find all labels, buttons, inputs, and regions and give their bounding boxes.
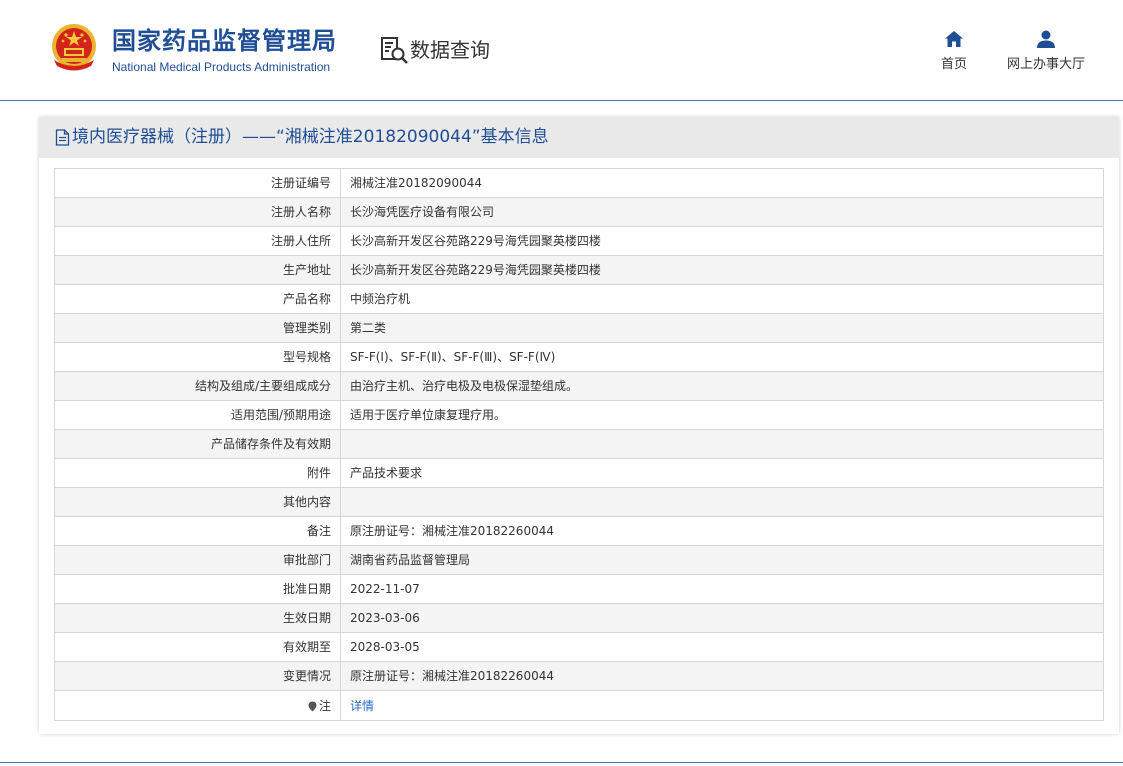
row-label: 注册证编号 <box>54 168 341 198</box>
table-row: 适用范围/预期用途 适用于医疗单位康复理疗用。 <box>54 400 1104 430</box>
detail-link[interactable]: 详情 <box>350 699 374 713</box>
row-value: 第二类 <box>340 313 1104 343</box>
table-row: 备注 原注册证号：湘械注准20182260044 <box>54 516 1104 546</box>
table-row: 型号规格 SF-F(Ⅰ)、SF-F(Ⅱ)、SF-F(Ⅲ)、SF-F(Ⅳ) <box>54 342 1104 372</box>
table-row: 批准日期 2022-11-07 <box>54 574 1104 604</box>
brand-name-cn: 国家药品监督管理局 <box>112 27 337 55</box>
row-value: 适用于医疗单位康复理疗用。 <box>340 400 1104 430</box>
nav-home-label: 首页 <box>940 57 967 72</box>
registration-info-table: 注册证编号 湘械注准20182090044 注册人名称 长沙海凭医疗设备有限公司 注册人… <box>54 168 1104 721</box>
row-label: 备注 <box>54 516 341 546</box>
row-value: 原注册证号：湘械注准20182260044 <box>340 661 1104 691</box>
table-row: 其他内容 <box>54 487 1104 517</box>
row-label: 审批部门 <box>54 545 341 575</box>
panel-title-text: 境内医疗器械（注册）——“湘械注准20182090044”基本信息 <box>72 127 549 147</box>
row-value: 原注册证号：湘械注准20182260044 <box>340 516 1104 546</box>
row-label: 产品名称 <box>54 284 341 314</box>
row-value: 详情 <box>340 690 1104 721</box>
row-label: 注 <box>54 690 341 721</box>
table-row: 有效期至 2028-03-05 <box>54 632 1104 662</box>
row-label: 适用范围/预期用途 <box>54 400 341 430</box>
user-icon <box>1037 30 1055 48</box>
table-row: 产品名称 中频治疗机 <box>54 284 1104 314</box>
site-header: 国家药品监督管理局 National Medical Products Admi… <box>0 0 1123 101</box>
nav-home[interactable]: 首页 <box>930 30 978 73</box>
row-value: 由治疗主机、治疗电极及电极保湿垫组成。 <box>340 371 1104 401</box>
row-value: 中频治疗机 <box>340 284 1104 314</box>
row-label: 结构及组成/主要组成成分 <box>54 371 341 401</box>
row-label: 注册人名称 <box>54 197 341 227</box>
row-label: 产品储存条件及有效期 <box>54 429 341 459</box>
row-label: 生效日期 <box>54 603 341 633</box>
header-divider <box>0 100 1123 101</box>
table-row: 注册人住所 长沙高新开发区谷苑路229号海凭园聚英楼四楼 <box>54 226 1104 256</box>
row-label: 其他内容 <box>54 487 341 517</box>
nav-online-office-label: 网上办事大厅 <box>1006 57 1085 72</box>
data-query-label: 数据查询 <box>410 38 490 62</box>
document-icon <box>55 128 70 146</box>
row-label: 生产地址 <box>54 255 341 285</box>
table-row: 产品储存条件及有效期 <box>54 429 1104 459</box>
location-pin-icon <box>308 701 317 711</box>
table-row: 附件 产品技术要求 <box>54 458 1104 488</box>
row-value: 湖南省药品监督管理局 <box>340 545 1104 575</box>
row-value: 长沙高新开发区谷苑路229号海凭园聚英楼四楼 <box>340 226 1104 256</box>
row-value: 长沙高新开发区谷苑路229号海凭园聚英楼四楼 <box>340 255 1104 285</box>
document-search-icon <box>381 37 408 64</box>
table-row: 审批部门 湖南省药品监督管理局 <box>54 545 1104 575</box>
row-value <box>340 487 1104 517</box>
row-label: 注册人住所 <box>54 226 341 256</box>
table-row: 变更情况 原注册证号：湘械注准20182260044 <box>54 661 1104 691</box>
row-label: 管理类别 <box>54 313 341 343</box>
home-icon <box>945 31 963 47</box>
row-value: 产品技术要求 <box>340 458 1104 488</box>
table-row-note: 注 详情 <box>54 690 1104 721</box>
row-label: 附件 <box>54 458 341 488</box>
nav-online-office[interactable]: 网上办事大厅 <box>1000 30 1092 73</box>
row-label: 有效期至 <box>54 632 341 662</box>
panel-title: 境内医疗器械（注册）——“湘械注准20182090044”基本信息 <box>55 125 549 149</box>
row-value: SF-F(Ⅰ)、SF-F(Ⅱ)、SF-F(Ⅲ)、SF-F(Ⅳ) <box>340 342 1104 372</box>
national-emblem-icon[interactable] <box>49 22 99 74</box>
info-panel: 境内医疗器械（注册）——“湘械注准20182090044”基本信息 注册证编号湘… <box>39 117 1119 734</box>
table-row: 注册人名称 长沙海凭医疗设备有限公司 <box>54 197 1104 227</box>
brand-name-en: National Medical Products Administration <box>112 60 331 74</box>
row-label: 型号规格 <box>54 342 341 372</box>
row-label: 变更情况 <box>54 661 341 691</box>
row-value: 2028-03-05 <box>340 632 1104 662</box>
table-row: 注册证编号 湘械注准20182090044 <box>54 168 1104 198</box>
row-label: 批准日期 <box>54 574 341 604</box>
note-label: 注 <box>318 698 331 713</box>
row-value: 湘械注准20182090044 <box>340 168 1104 198</box>
row-value: 2022-11-07 <box>340 574 1104 604</box>
table-row: 生产地址 长沙高新开发区谷苑路229号海凭园聚英楼四楼 <box>54 255 1104 285</box>
row-value <box>340 429 1104 459</box>
footer-divider <box>0 762 1123 763</box>
data-query-link[interactable]: 数据查询 <box>379 34 490 66</box>
table-row: 管理类别 第二类 <box>54 313 1104 343</box>
row-value: 长沙海凭医疗设备有限公司 <box>340 197 1104 227</box>
panel-header: 境内医疗器械（注册）——“湘械注准20182090044”基本信息 <box>39 117 1119 158</box>
table-row: 结构及组成/主要组成成分 由治疗主机、治疗电极及电极保湿垫组成。 <box>54 371 1104 401</box>
row-value: 2023-03-06 <box>340 603 1104 633</box>
table-row: 生效日期 2023-03-06 <box>54 603 1104 633</box>
